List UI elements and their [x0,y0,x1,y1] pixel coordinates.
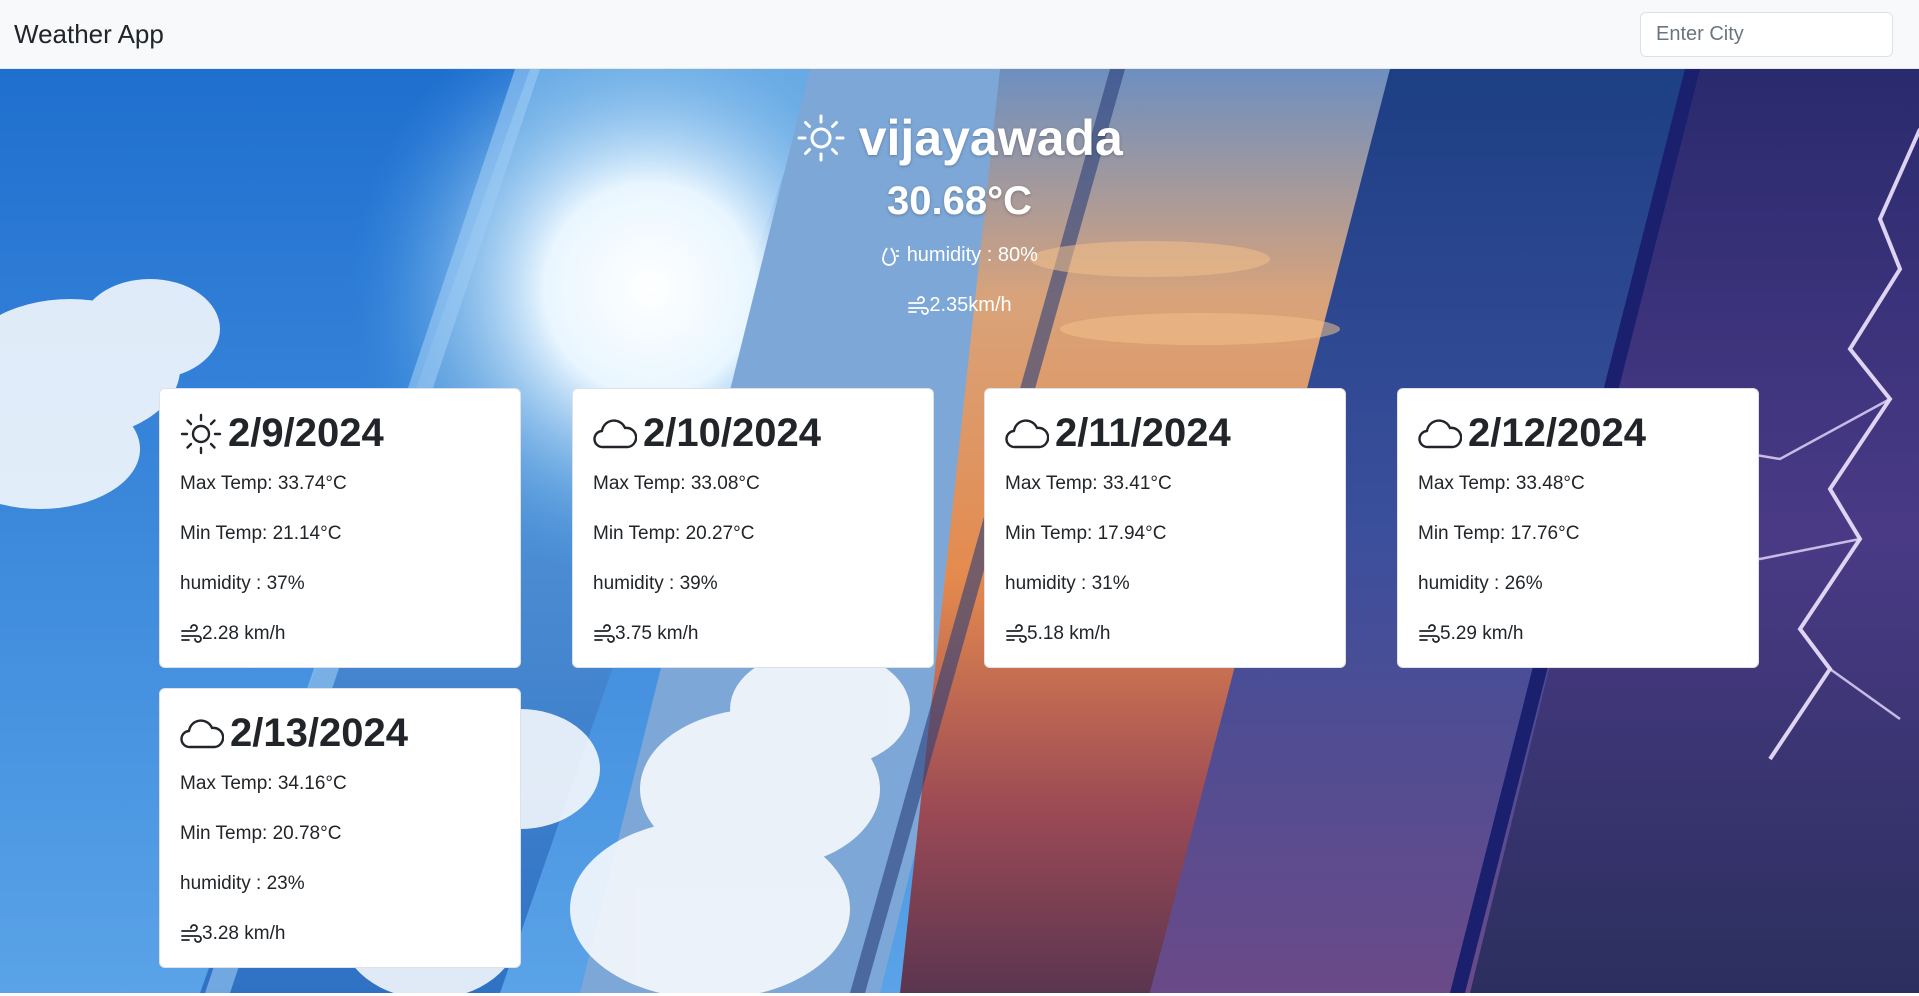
forecast-humidity: humidity : 39% [593,573,718,594]
forecast-wind-text: 5.29 km/h [1440,623,1524,644]
forecast-date: 2/11/2024 [1055,411,1231,455]
wind-icon [1419,624,1440,643]
forecast-wind-text: 3.75 km/h [615,623,699,644]
sun-icon [180,413,222,454]
forecast-max-temp: Max Temp: 33.08°C [593,473,760,494]
forecast-min-temp: Min Temp: 21.14°C [180,523,342,544]
wind-icon [908,295,930,315]
cloud-icon [1418,418,1463,448]
forecast-card: 2/13/2024 Max Temp: 34.16°C Min Temp: 20… [159,688,521,968]
current-wind: 2.35km/h [0,294,1919,317]
forecast-min-temp: Min Temp: 17.94°C [1005,523,1167,544]
forecast-wind-text: 5.18 km/h [1027,623,1111,644]
forecast-max-temp: Max Temp: 34.16°C [180,773,347,794]
forecast-card: 2/11/2024 Max Temp: 33.41°C Min Temp: 17… [984,388,1346,668]
forecast-date: 2/13/2024 [230,711,408,755]
forecast-max-temp: Max Temp: 33.41°C [1005,473,1172,494]
forecast-min-temp: Min Temp: 17.76°C [1418,523,1580,544]
forecast-date: 2/10/2024 [643,411,821,455]
sun-icon [797,114,845,162]
forecast-wind: 5.18 km/h [1005,623,1110,645]
forecast-wind: 5.29 km/h [1418,623,1523,645]
city-search-input[interactable] [1640,12,1893,57]
forecast-humidity: humidity : 23% [180,873,305,894]
forecast-humidity: humidity : 37% [180,573,305,594]
cloud-icon [593,418,638,448]
app-title[interactable]: Weather App [14,19,164,50]
forecast-wind: 3.28 km/h [180,923,285,945]
forecast-wind: 3.75 km/h [593,623,698,645]
wind-icon [594,624,615,643]
current-temperature: 30.68°C [887,179,1032,223]
forecast-wind: 2.28 km/h [180,623,285,645]
forecast-card: 2/10/2024 Max Temp: 33.08°C Min Temp: 20… [572,388,934,668]
navbar: Weather App [0,0,1919,69]
forecast-date: 2/9/2024 [228,411,384,455]
forecast-card: 2/9/2024 Max Temp: 33.74°C Min Temp: 21.… [159,388,521,668]
cloud-icon [180,718,225,748]
current-humidity: humidity : 80% [0,244,1919,267]
wind-icon [1006,624,1027,643]
forecast-wind-text: 2.28 km/h [202,623,286,644]
weather-hero: vijayawada 30.68°C humidity : 80% 2.35km… [0,69,1919,993]
humidity-icon [882,247,900,266]
wind-icon [181,924,202,943]
cloud-icon [1005,418,1050,448]
forecast-max-temp: Max Temp: 33.74°C [180,473,347,494]
forecast-humidity: humidity : 31% [1005,573,1130,594]
forecast-card: 2/12/2024 Max Temp: 33.48°C Min Temp: 17… [1397,388,1759,668]
forecast-humidity: humidity : 26% [1418,573,1543,594]
current-humidity-text: humidity : 80% [906,244,1038,267]
current-wind-text: 2.35km/h [929,294,1012,317]
forecast-min-temp: Min Temp: 20.78°C [180,823,342,844]
city-name: vijayawada [858,110,1123,166]
wind-icon [181,624,202,643]
forecast-date: 2/12/2024 [1468,411,1646,455]
forecast-max-temp: Max Temp: 33.48°C [1418,473,1585,494]
forecast-min-temp: Min Temp: 20.27°C [593,523,755,544]
forecast-wind-text: 3.28 km/h [202,923,286,944]
